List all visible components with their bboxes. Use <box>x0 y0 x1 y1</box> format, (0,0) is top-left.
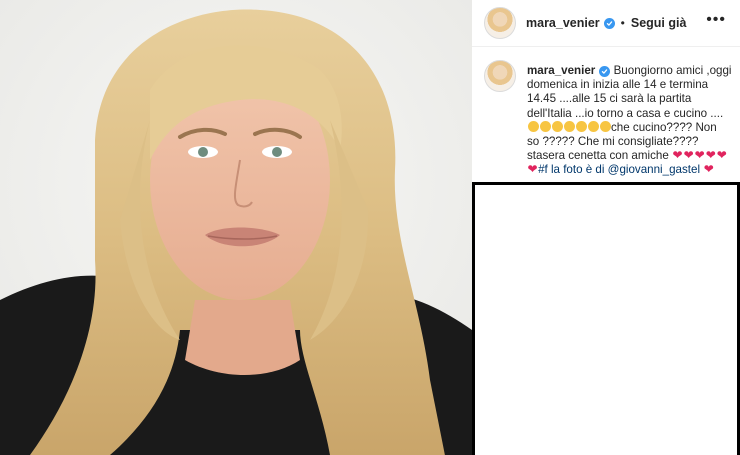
red-heart-icon: ❤ <box>683 148 694 163</box>
caption-body-3: #f la foto è di <box>538 163 608 177</box>
post-photo <box>0 0 472 455</box>
verified-badge-icon <box>603 17 615 29</box>
grinning-face-icon <box>575 120 587 132</box>
avatar[interactable] <box>484 7 516 39</box>
grinning-face-icon <box>527 120 539 132</box>
red-heart-icon: ❤ <box>527 162 538 177</box>
red-heart-icon: ❤ <box>716 148 727 163</box>
grinning-face-icon <box>563 120 575 132</box>
caption-avatar[interactable] <box>484 60 516 92</box>
post-header: mara_venier • Segui già ••• <box>472 0 740 47</box>
verified-badge-icon <box>599 66 611 77</box>
red-heart-icon: ❤ <box>672 148 683 163</box>
separator-dot: • <box>620 16 625 30</box>
red-heart-icon: ❤ <box>703 162 714 177</box>
caption-text: mara_venier Buongiorno amici ,oggi domen… <box>527 64 732 178</box>
grinning-face-icon <box>599 120 611 132</box>
grinning-face-icon <box>539 120 551 132</box>
more-options-icon[interactable]: ••• <box>706 12 726 28</box>
follow-button[interactable]: Segui già <box>631 16 687 30</box>
caption-username[interactable]: mara_venier <box>527 64 595 77</box>
grinning-face-icon <box>587 120 599 132</box>
instagram-post-screenshot: mara_venier • Segui già ••• mara_venier … <box>0 0 740 455</box>
empty-comments-area <box>472 182 740 455</box>
header-username[interactable]: mara_venier <box>526 16 600 30</box>
red-heart-icon: ❤ <box>694 148 705 163</box>
grinning-face-icon <box>551 120 563 132</box>
mention-link[interactable]: @giovanni_gastel <box>608 163 700 176</box>
red-heart-icon: ❤ <box>705 148 716 163</box>
